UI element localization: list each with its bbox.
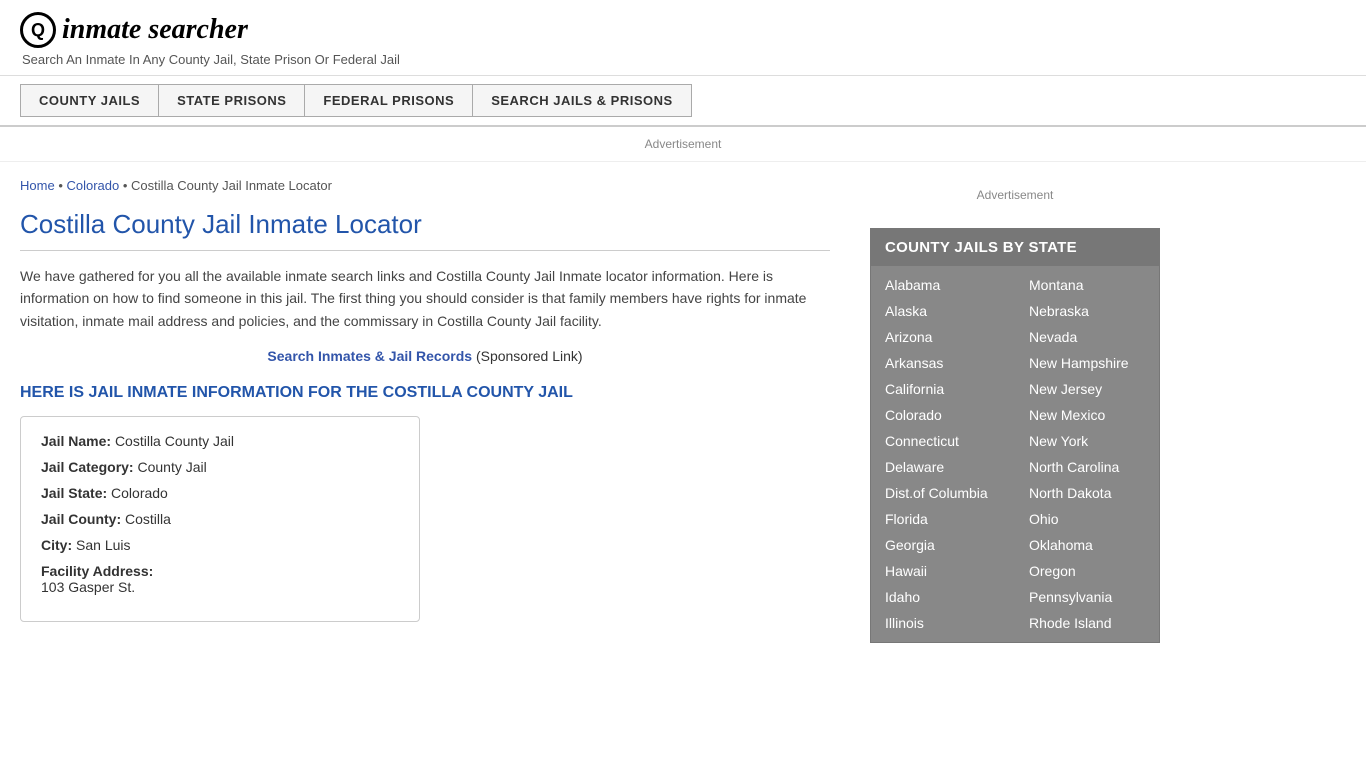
- nav-state-prisons[interactable]: STATE PRISONS: [158, 84, 304, 117]
- state-nebraska[interactable]: Nebraska: [1015, 298, 1159, 324]
- state-delaware[interactable]: Delaware: [871, 454, 1015, 480]
- state-idaho[interactable]: Idaho: [871, 584, 1015, 610]
- jail-category-label: Jail Category:: [41, 459, 134, 475]
- page-title: Costilla County Jail Inmate Locator: [20, 209, 830, 251]
- jail-name-row: Jail Name: Costilla County Jail: [41, 433, 399, 449]
- jail-state-row: Jail State: Colorado: [41, 485, 399, 501]
- state-new-hampshire[interactable]: New Hampshire: [1015, 350, 1159, 376]
- state-new-mexico[interactable]: New Mexico: [1015, 402, 1159, 428]
- state-connecticut[interactable]: Connecticut: [871, 428, 1015, 454]
- state-north-carolina[interactable]: North Carolina: [1015, 454, 1159, 480]
- breadcrumb-current: Costilla County Jail Inmate Locator: [131, 178, 332, 193]
- nav-county-jails[interactable]: COUNTY JAILS: [20, 84, 158, 117]
- jail-state-value: Colorado: [111, 485, 168, 501]
- ad-bar: Advertisement: [0, 127, 1366, 162]
- state-col-right: Montana Nebraska Nevada New Hampshire Ne…: [1015, 272, 1159, 636]
- state-arizona[interactable]: Arizona: [871, 324, 1015, 350]
- jail-name-val: Costilla County Jail: [115, 433, 234, 449]
- sidebar-ad-label: Advertisement: [977, 188, 1054, 202]
- sponsored-section: Search Inmates & Jail Records (Sponsored…: [20, 348, 830, 364]
- sponsored-link[interactable]: Search Inmates & Jail Records: [267, 348, 472, 364]
- jail-state-label: Jail State:: [41, 485, 107, 501]
- state-oregon[interactable]: Oregon: [1015, 558, 1159, 584]
- state-new-york[interactable]: New York: [1015, 428, 1159, 454]
- state-nevada[interactable]: Nevada: [1015, 324, 1159, 350]
- breadcrumb-home[interactable]: Home: [20, 178, 55, 193]
- nav-bar: COUNTY JAILS STATE PRISONS FEDERAL PRISO…: [0, 76, 1366, 127]
- state-rhode-island[interactable]: Rhode Island: [1015, 610, 1159, 636]
- jail-address-row: Facility Address: 103 Gasper St.: [41, 563, 399, 595]
- logo-area: Q inmate searcher: [20, 12, 1346, 48]
- breadcrumb: Home • Colorado • Costilla County Jail I…: [20, 178, 830, 193]
- logo-text: inmate searcher: [62, 14, 248, 46]
- state-illinois[interactable]: Illinois: [871, 610, 1015, 636]
- breadcrumb-state[interactable]: Colorado: [66, 178, 119, 193]
- sponsored-note-text: (Sponsored Link): [476, 348, 583, 364]
- city-label: City:: [41, 537, 72, 553]
- state-dc[interactable]: Dist.of Columbia: [871, 480, 1015, 506]
- state-new-jersey[interactable]: New Jersey: [1015, 376, 1159, 402]
- state-california[interactable]: California: [871, 376, 1015, 402]
- description: We have gathered for you all the availab…: [20, 265, 830, 332]
- state-georgia[interactable]: Georgia: [871, 532, 1015, 558]
- nav-inner: COUNTY JAILS STATE PRISONS FEDERAL PRISO…: [20, 84, 1346, 117]
- address-value: 103 Gasper St.: [41, 579, 399, 595]
- state-pennsylvania[interactable]: Pennsylvania: [1015, 584, 1159, 610]
- city-value: San Luis: [76, 537, 130, 553]
- jail-county-value: Costilla: [125, 511, 171, 527]
- state-north-dakota[interactable]: North Dakota: [1015, 480, 1159, 506]
- sidebar-ad: Advertisement: [870, 178, 1160, 212]
- address-label: Facility Address:: [41, 563, 153, 579]
- nav-federal-prisons[interactable]: FEDERAL PRISONS: [304, 84, 472, 117]
- jail-category-row: Jail Category: County Jail: [41, 459, 399, 475]
- jail-name-label: Jail Name:: [41, 433, 111, 449]
- logo-icon: Q: [20, 12, 56, 48]
- state-hawaii[interactable]: Hawaii: [871, 558, 1015, 584]
- content-area: Home • Colorado • Costilla County Jail I…: [20, 162, 850, 643]
- state-box: COUNTY JAILS BY STATE Alabama Alaska Ari…: [870, 228, 1160, 643]
- site-header: Q inmate searcher Search An Inmate In An…: [0, 0, 1366, 76]
- jail-city-row: City: San Luis: [41, 537, 399, 553]
- state-col-left: Alabama Alaska Arizona Arkansas Californ…: [871, 272, 1015, 636]
- jail-category-value: County Jail: [137, 459, 206, 475]
- state-alabama[interactable]: Alabama: [871, 272, 1015, 298]
- state-oklahoma[interactable]: Oklahoma: [1015, 532, 1159, 558]
- main-layout: Home • Colorado • Costilla County Jail I…: [0, 162, 1366, 643]
- state-florida[interactable]: Florida: [871, 506, 1015, 532]
- jail-county-row: Jail County: Costilla: [41, 511, 399, 527]
- breadcrumb-sep2: •: [123, 178, 131, 193]
- state-grid: Alabama Alaska Arizona Arkansas Californ…: [871, 266, 1159, 642]
- jail-county-label: Jail County:: [41, 511, 121, 527]
- state-ohio[interactable]: Ohio: [1015, 506, 1159, 532]
- state-arkansas[interactable]: Arkansas: [871, 350, 1015, 376]
- sidebar: Advertisement COUNTY JAILS BY STATE Alab…: [850, 162, 1160, 643]
- nav-search-jails[interactable]: SEARCH JAILS & PRISONS: [472, 84, 691, 117]
- tagline: Search An Inmate In Any County Jail, Sta…: [22, 52, 1346, 67]
- state-alaska[interactable]: Alaska: [871, 298, 1015, 324]
- state-colorado[interactable]: Colorado: [871, 402, 1015, 428]
- state-montana[interactable]: Montana: [1015, 272, 1159, 298]
- info-heading: HERE IS JAIL INMATE INFORMATION FOR THE …: [20, 384, 830, 402]
- ad-label: Advertisement: [645, 137, 722, 151]
- state-box-title: COUNTY JAILS BY STATE: [871, 229, 1159, 266]
- info-box: Jail Name: Costilla County Jail Jail Cat…: [20, 416, 420, 622]
